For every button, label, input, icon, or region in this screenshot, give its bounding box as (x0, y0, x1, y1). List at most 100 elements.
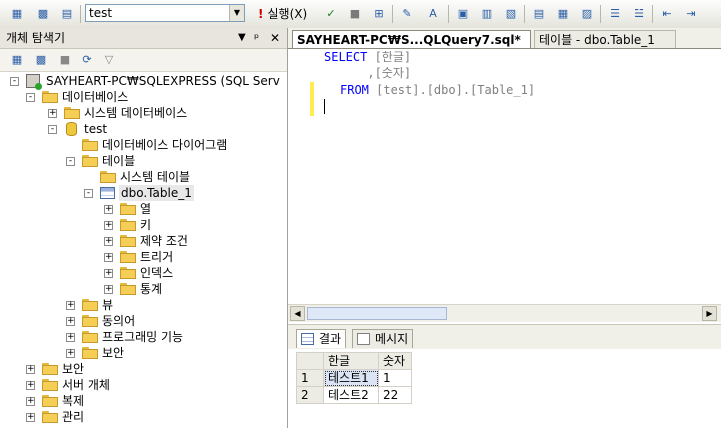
tree-node-label: 테이블 (102, 154, 136, 168)
disconnect-icon[interactable]: ▩ (32, 51, 50, 69)
results-to-text-icon[interactable]: ▤ (530, 5, 548, 23)
sql-editor[interactable]: SELECT [한글] ,[숫자] FROM [test].[dbo].[Tab… (288, 49, 721, 303)
scroll-right-icon[interactable]: ▶ (702, 306, 717, 321)
change-connection-icon[interactable]: ▤ (58, 5, 76, 23)
expand-icon[interactable]: + (26, 397, 35, 406)
expand-icon[interactable]: + (104, 205, 113, 214)
keyword-select: SELECT (324, 50, 368, 64)
expand-icon[interactable]: + (66, 301, 75, 310)
pin-icon[interactable]: ᵖ (254, 28, 259, 48)
expand-icon[interactable]: + (66, 317, 75, 326)
tree-node-label: test (84, 122, 108, 136)
cancel-query-icon[interactable]: ■ (346, 5, 364, 23)
toolbar-separator (448, 5, 449, 23)
scroll-left-icon[interactable]: ◀ (290, 306, 305, 321)
connect-icon[interactable]: ▦ (8, 5, 26, 23)
tab-results[interactable]: 결과 (296, 329, 347, 348)
stop-icon[interactable]: ■ (56, 51, 74, 69)
folder-icon (82, 331, 98, 343)
filter-icon[interactable]: ▽ (100, 51, 118, 69)
tree-node-label: dbo.Table_1 (119, 185, 194, 201)
parse-check-icon[interactable]: ✓ (322, 5, 340, 23)
table-icon (100, 187, 115, 199)
expand-icon[interactable]: + (104, 285, 113, 294)
expand-icon[interactable]: + (26, 381, 35, 390)
disconnect-icon[interactable]: ▩ (34, 5, 52, 23)
execute-label: 실행(X) (267, 7, 308, 21)
toolbar-separator (80, 5, 81, 23)
collapse-icon[interactable]: - (84, 189, 93, 198)
query-designer-icon[interactable]: ✎ (398, 5, 416, 23)
tree-node-label: 키 (140, 218, 152, 232)
folder-icon (82, 299, 98, 311)
select-columns: [한글] (367, 50, 412, 64)
table-cell[interactable]: 22 (378, 386, 412, 404)
toolbar-separator (524, 5, 525, 23)
message-icon (357, 333, 370, 345)
code-line-3: FROM [test].[dbo].[Table_1] (340, 82, 535, 98)
tab-messages[interactable]: 메시지 (352, 329, 414, 348)
expand-icon[interactable]: + (104, 237, 113, 246)
results-table: 한글 숫자 1 테스트1 1 2 테스트2 22 (296, 352, 412, 404)
collapse-icon[interactable]: - (10, 77, 19, 86)
tab-messages-label: 메시지 (375, 332, 409, 346)
tree-node-server[interactable]: - SAYHEART-PC₩SQLEXPRESS (SQL Serv (10, 73, 287, 90)
tree-node-label: 관리 (62, 410, 85, 424)
folder-icon (42, 363, 58, 375)
client-statistics-icon[interactable]: ▧ (502, 5, 520, 23)
folder-icon (82, 315, 98, 327)
refresh-icon[interactable]: ⟳ (78, 51, 96, 69)
close-icon[interactable]: ✕ (270, 28, 280, 48)
tree-node-label: 시스템 데이터베이스 (84, 106, 188, 120)
results-grid: 한글 숫자 1 테스트1 1 2 테스트2 22 (288, 349, 721, 428)
expand-icon[interactable]: + (26, 413, 35, 422)
increase-indent-icon[interactable]: ⇥ (682, 5, 700, 23)
database-select[interactable]: test ▼ (85, 4, 245, 22)
query-plan-icon[interactable]: ⊞ (370, 5, 388, 23)
header-row: 한글 숫자 (296, 352, 412, 370)
expand-icon[interactable]: + (104, 221, 113, 230)
tree-node-label: SAYHEART-PC₩SQLEXPRESS (SQL Serv (46, 74, 280, 88)
expand-icon[interactable]: + (26, 365, 35, 374)
column-header[interactable]: 한글 (323, 352, 379, 370)
collapse-icon[interactable]: - (66, 157, 75, 166)
execute-button[interactable]: ! 실행(X) (258, 5, 307, 23)
expand-icon[interactable]: + (66, 349, 75, 358)
expand-icon[interactable]: + (104, 269, 113, 278)
expand-icon[interactable]: + (104, 253, 113, 262)
tree-node-label: 통계 (140, 282, 163, 296)
row-number[interactable]: 1 (296, 369, 324, 387)
editor-gutter (288, 49, 306, 303)
uncomment-icon[interactable]: ☱ (630, 5, 648, 23)
execute-icon: ! (258, 7, 264, 21)
row-number[interactable]: 2 (296, 386, 324, 404)
comment-icon[interactable]: ☰ (606, 5, 624, 23)
results-to-grid-icon[interactable]: ▦ (554, 5, 572, 23)
tab-table-design[interactable]: 테이블 - dbo.Table_1 (534, 30, 676, 48)
object-explorer-title-bar: 개체 탐색기 ▼ ᵖ ✕ (0, 28, 287, 49)
tree-node-label: 인덱스 (140, 266, 174, 280)
dropdown-icon[interactable]: ▼ (238, 28, 246, 48)
server-icon (26, 74, 42, 90)
table-cell[interactable]: 테스트1 (323, 369, 379, 387)
connect-icon[interactable]: ▦ (8, 51, 26, 69)
text-caret (324, 99, 325, 114)
scrollbar-thumb[interactable] (307, 307, 447, 320)
editor-horizontal-scrollbar[interactable]: ◀ ▶ (288, 304, 721, 322)
include-plan-icon[interactable]: ▥ (478, 5, 496, 23)
results-to-file-icon[interactable]: ▨ (578, 5, 596, 23)
tab-query-editor[interactable]: SAYHEART-PC₩S...QLQuery7.sql* (292, 30, 531, 48)
table-cell[interactable]: 1 (378, 369, 412, 387)
decrease-indent-icon[interactable]: ⇤ (658, 5, 676, 23)
estimated-plan-icon[interactable]: ▣ (454, 5, 472, 23)
collapse-icon[interactable]: - (26, 93, 35, 102)
column-header[interactable]: 숫자 (378, 352, 412, 370)
collapse-icon[interactable]: - (48, 125, 57, 134)
expand-icon[interactable]: + (48, 109, 57, 118)
folder-icon (42, 379, 58, 391)
intellisense-icon[interactable]: A (424, 5, 442, 23)
table-cell[interactable]: 테스트2 (323, 386, 379, 404)
chevron-down-icon[interactable]: ▼ (229, 5, 244, 21)
expand-icon[interactable]: + (66, 333, 75, 342)
object-explorer-title: 개체 탐색기 (6, 31, 66, 45)
